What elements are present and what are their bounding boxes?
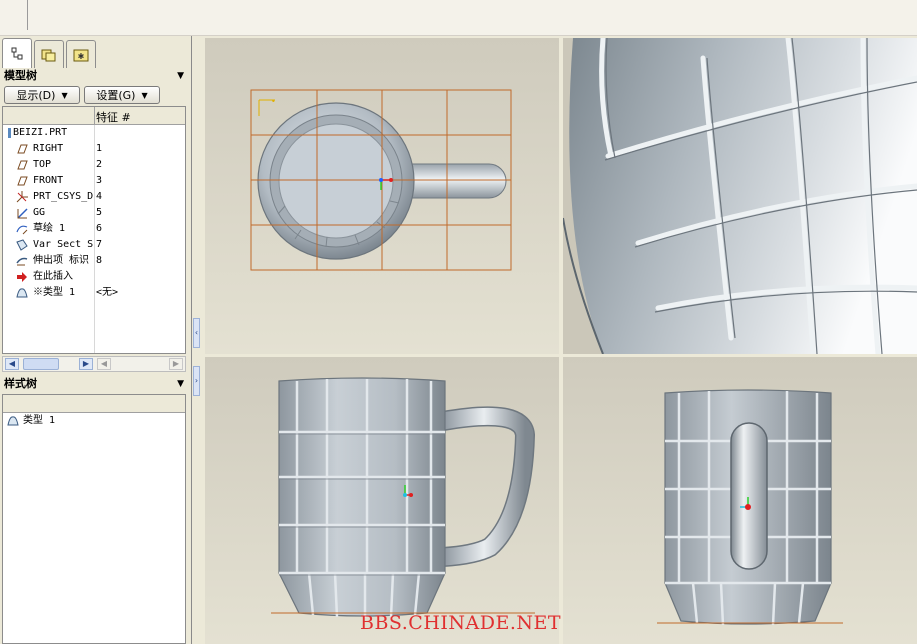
mug-closeup-graphic xyxy=(563,38,917,354)
style-feature-icon xyxy=(16,288,28,298)
tree-item-label: RIGHT xyxy=(33,143,64,154)
style-feature-icon xyxy=(7,416,19,426)
scroll-left-icon[interactable]: ◀ xyxy=(5,358,19,370)
tree-item-feature-number: 8 xyxy=(96,255,103,266)
style-tree-item[interactable]: 类型 1 xyxy=(3,413,185,429)
viewport-front-view[interactable] xyxy=(205,357,559,644)
app-window: ✱ 模型树 ▼ 显示(D) ▼ 设置(G) ▼ 特征 # BEIZI.PRT R… xyxy=(0,0,917,644)
model-tree-title: 模型树 xyxy=(4,69,37,82)
tree-root-label: BEIZI.PRT xyxy=(13,127,68,138)
scroll-right-icon-secondary[interactable]: ▶ xyxy=(169,358,183,370)
tree-item-feature-number: <无> xyxy=(96,287,119,298)
tab-model-tree[interactable] xyxy=(2,38,32,68)
tab-folder-browser[interactable] xyxy=(34,40,64,68)
scroll-thumb[interactable] xyxy=(23,358,59,370)
mug-side-view-graphic xyxy=(657,389,843,626)
folder-browser-icon xyxy=(41,49,56,61)
style-tree-header: 样式树 ▼ xyxy=(0,376,190,392)
tree-item[interactable]: RIGHT 1 xyxy=(3,141,185,157)
model-tree-icon xyxy=(11,47,23,59)
viewport-side-view[interactable] xyxy=(563,357,917,644)
tree-item-label: 在此插入 xyxy=(33,271,73,282)
tree-item[interactable]: Var Sect S7 xyxy=(3,237,185,253)
navigator-tabs: ✱ xyxy=(0,38,192,68)
settings-button[interactable]: 设置(G) ▼ xyxy=(84,86,160,104)
favorites-folder-icon: ✱ xyxy=(73,49,89,61)
coordinate-system-icon xyxy=(16,191,28,203)
show-button-label: 显示(D) xyxy=(16,89,56,102)
show-button[interactable]: 显示(D) ▼ xyxy=(4,86,80,104)
model-tree[interactable]: 特征 # BEIZI.PRT RIGHT 1 TOP 2 FRONT 3 PRT_CSYS_… xyxy=(2,106,186,354)
tree-item-label: Var Sect S xyxy=(33,239,94,250)
model-tree-hscrollbar[interactable]: ◀ ▶ ◀ ▶ xyxy=(2,356,186,372)
watermark: BBS.CHINADE.NET xyxy=(360,612,562,634)
tree-item-feature-number: 6 xyxy=(96,223,103,234)
scroll-left-icon-secondary[interactable]: ◀ xyxy=(97,358,111,370)
model-tree-header: 模型树 ▼ xyxy=(0,68,190,84)
tree-item[interactable]: 伸出项 标识 8 xyxy=(3,253,185,269)
tree-item-feature-number: 1 xyxy=(96,143,103,154)
tree-item[interactable]: TOP 2 xyxy=(3,157,185,173)
chevron-down-icon: ▼ xyxy=(61,90,68,100)
tree-item[interactable]: PRT_CSYS_D 4 xyxy=(3,189,185,205)
tree-item-label: TOP xyxy=(33,159,52,170)
navigator-panel: ✱ 模型树 ▼ 显示(D) ▼ 设置(G) ▼ 特征 # BEIZI.PRT R… xyxy=(0,36,192,644)
tree-item-feature-number: 7 xyxy=(96,239,103,250)
datum-plane-icon xyxy=(17,160,28,170)
style-tree-column-header xyxy=(3,395,185,413)
insert-here-arrow-icon xyxy=(17,272,27,282)
scroll-right-icon[interactable]: ▶ xyxy=(79,358,93,370)
viewport-top-view[interactable]: • xyxy=(205,38,559,354)
tree-item-label: FRONT xyxy=(33,175,64,186)
toolbar-separator xyxy=(27,0,28,30)
column-divider[interactable] xyxy=(94,107,95,125)
tree-item[interactable]: ※类型 1 <无> xyxy=(3,285,185,301)
tree-item[interactable]: FRONT 3 xyxy=(3,173,185,189)
settings-button-label: 设置(G) xyxy=(96,89,136,102)
tree-item-feature-number: 3 xyxy=(96,175,103,186)
tab-favorites[interactable]: ✱ xyxy=(66,40,96,68)
style-tree-item-label: 类型 1 xyxy=(23,415,56,426)
style-tree-menu-arrow-icon[interactable]: ▼ xyxy=(177,376,184,392)
tree-item[interactable]: GG 5 xyxy=(3,205,185,221)
model-tree-column-header: 特征 # xyxy=(3,107,185,125)
mug-top-view-graphic: • xyxy=(250,89,512,271)
tree-item-label: PRT_CSYS_D xyxy=(33,191,94,202)
tree-root-item[interactable]: BEIZI.PRT xyxy=(3,125,185,141)
panel-splitter[interactable]: ‹ › xyxy=(192,36,202,644)
expand-right-icon[interactable]: › xyxy=(193,366,200,396)
chevron-down-icon: ▼ xyxy=(141,90,148,100)
collapse-left-icon[interactable]: ‹ xyxy=(193,318,200,348)
datum-plane-icon xyxy=(17,144,28,154)
svg-text:•: • xyxy=(271,97,276,106)
tree-item-label: 草绘 1 xyxy=(33,223,66,234)
mug-front-view-graphic xyxy=(271,377,536,618)
viewport-closeup-view[interactable] xyxy=(563,38,917,354)
style-tree[interactable]: 类型 1 xyxy=(2,394,186,644)
sketch-icon xyxy=(16,225,28,235)
datum-axis-icon xyxy=(17,208,28,219)
tree-item-feature-number: 5 xyxy=(96,207,103,218)
column-feature-number: 特征 # xyxy=(96,111,131,124)
model-tree-menu-arrow-icon[interactable]: ▼ xyxy=(177,68,184,84)
tree-item[interactable]: 草绘 1 6 xyxy=(3,221,185,237)
tree-item-label: ※类型 1 xyxy=(33,287,76,298)
tree-item[interactable]: 在此插入 xyxy=(3,269,185,285)
toolbar xyxy=(0,0,917,36)
variable-section-sweep-icon xyxy=(16,239,28,251)
datum-plane-icon xyxy=(17,176,28,186)
svg-text:✱: ✱ xyxy=(78,52,85,61)
tree-item-label: GG xyxy=(33,207,46,218)
extrude-icon xyxy=(16,257,28,266)
tree-item-label: 伸出项 标识 xyxy=(33,255,90,266)
tree-item-feature-number: 4 xyxy=(96,191,103,202)
style-tree-title: 样式树 xyxy=(4,377,37,390)
tree-item-feature-number: 2 xyxy=(96,159,103,170)
